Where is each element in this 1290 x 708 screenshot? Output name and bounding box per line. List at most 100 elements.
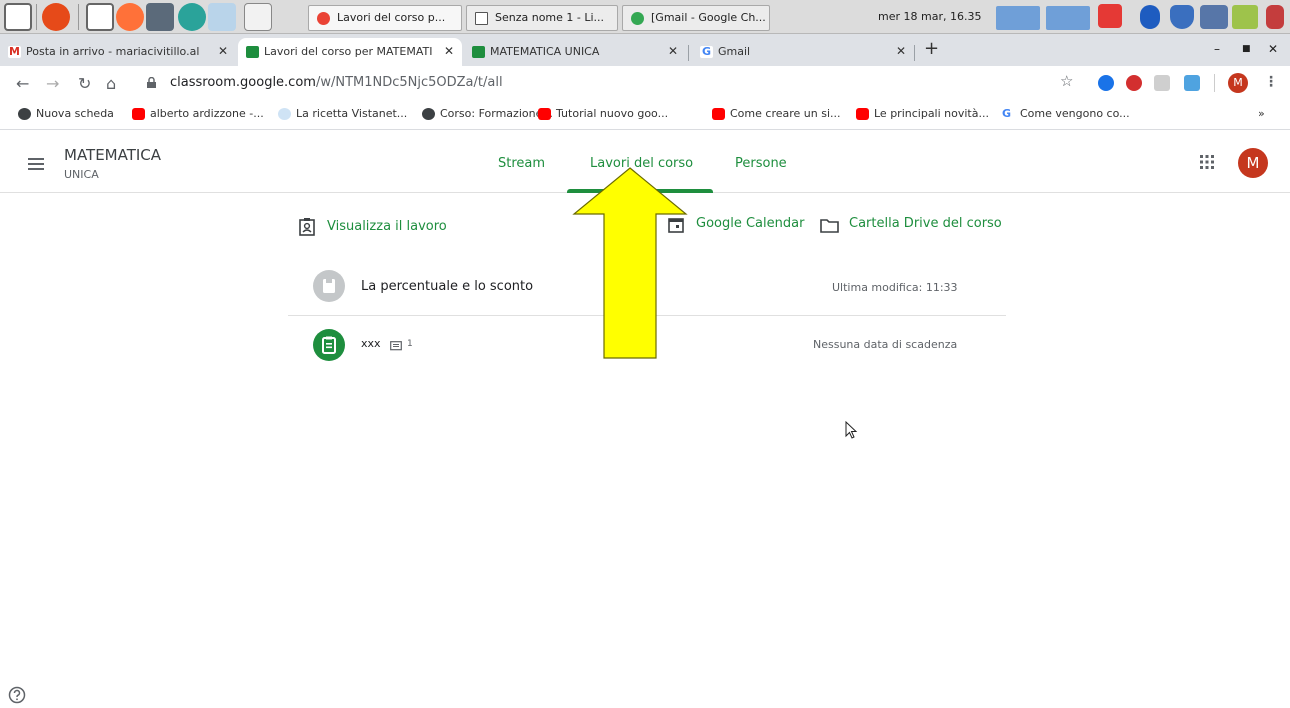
bookmark-item[interactable]: Tutorial nuovo goo... xyxy=(538,107,668,120)
bookmarks-overflow-icon[interactable]: » xyxy=(1246,107,1265,120)
view-work-link[interactable]: Visualizza il lavoro xyxy=(327,219,447,234)
tab-classwork[interactable]: Lavori del corso per MATEMATI ✕ xyxy=(238,38,462,66)
bookmark-star-icon[interactable]: ☆ xyxy=(1060,72,1073,90)
camera-app-icon[interactable] xyxy=(146,3,174,31)
window-close-icon[interactable]: ✕ xyxy=(1268,42,1278,56)
tab-matematica-unica[interactable]: MATEMATICA UNICA ✕ xyxy=(464,38,686,66)
taskbar-window-writer[interactable]: Senza nome 1 - Li... xyxy=(466,5,618,31)
item-meta: Nessuna data di scadenza xyxy=(813,338,958,351)
bookmark-item[interactable]: Nuova scheda xyxy=(18,107,114,120)
view-work-icon xyxy=(299,218,315,236)
hamburger-menu-icon[interactable] xyxy=(28,158,44,170)
close-icon[interactable]: ✕ xyxy=(215,44,228,58)
bookmark-label: Nuova scheda xyxy=(36,107,114,120)
taskbar-window-chrome-classroom[interactable]: Lavori del corso p... xyxy=(308,5,462,31)
tab-label: MATEMATICA UNICA xyxy=(490,45,600,58)
address-bar[interactable]: classroom.google.com/w/NTM1NDc5Njc5ODZa/… xyxy=(140,72,1090,96)
tab-separator xyxy=(914,45,915,61)
tab-separator xyxy=(688,45,689,61)
help-icon[interactable] xyxy=(8,686,26,704)
tab-gmail-inbox[interactable]: M Posta in arrivo - mariacivitillo.al ✕ xyxy=(0,38,236,66)
extension-icon[interactable] xyxy=(1154,75,1170,91)
bookmark-label: Corso: Formazione... xyxy=(440,107,553,120)
vistanet-icon xyxy=(278,108,291,120)
taskbar-window-gmail[interactable]: [Gmail - Google Ch... xyxy=(622,5,770,31)
close-icon[interactable]: ✕ xyxy=(668,44,678,58)
item-title: La percentuale e lo sconto xyxy=(361,279,534,294)
more-menu-icon[interactable]: ⋮ xyxy=(1264,74,1278,90)
file-manager-icon[interactable] xyxy=(208,3,236,31)
bookmark-label: Come creare un si... xyxy=(730,107,841,120)
forward-icon[interactable]: → xyxy=(46,74,59,93)
network-icon[interactable] xyxy=(1200,5,1228,29)
network-app-icon[interactable] xyxy=(178,3,206,31)
bookmark-item[interactable]: La ricetta Vistanet... xyxy=(278,107,407,120)
globe-icon xyxy=(18,108,31,120)
folder-icon xyxy=(820,218,839,233)
document-icon[interactable] xyxy=(86,3,114,31)
youtube-icon xyxy=(712,108,725,120)
course-title[interactable]: MATEMATICA xyxy=(64,146,161,164)
chrome-icon xyxy=(317,12,330,25)
opera-extension-icon[interactable] xyxy=(1126,75,1142,91)
bookmark-item[interactable]: Le principali novità... xyxy=(856,107,989,120)
home-icon[interactable]: ⌂ xyxy=(106,74,116,93)
shield-icon[interactable] xyxy=(1170,5,1194,29)
mouse-cursor-icon xyxy=(845,421,858,439)
tab-gmail[interactable]: G Gmail ✕ xyxy=(692,38,914,66)
bookmark-label: La ricetta Vistanet... xyxy=(296,107,408,120)
globe-icon xyxy=(422,108,435,120)
bookmark-label: Come vengono co... xyxy=(1020,107,1130,120)
item-title: xxx xyxy=(361,337,381,350)
bookmark-item[interactable]: Come creare un si... xyxy=(712,107,841,120)
google-calendar-link[interactable]: Google Calendar xyxy=(696,216,804,231)
taskbar-window-label: Senza nome 1 - Li... xyxy=(495,11,605,24)
youtube-icon xyxy=(538,108,551,120)
profile-avatar[interactable]: M xyxy=(1228,73,1248,93)
item-meta: Ultima modifica: 11:33 xyxy=(832,281,958,294)
new-tab-icon[interactable]: + xyxy=(924,38,939,59)
back-icon[interactable]: ← xyxy=(16,74,29,93)
browser-tab-strip: M Posta in arrivo - mariacivitillo.al ✕ … xyxy=(0,34,1290,66)
classroom-icon xyxy=(472,46,485,58)
desktop-pager-icon[interactable] xyxy=(996,6,1040,30)
close-icon[interactable]: ✕ xyxy=(896,44,906,58)
taskbar-window-label: Lavori del corso p... xyxy=(337,11,446,24)
chrome-icon xyxy=(631,12,644,25)
desktop-pager-icon[interactable] xyxy=(1046,6,1090,30)
tab-stream[interactable]: Stream xyxy=(498,156,545,171)
tab-people[interactable]: Persone xyxy=(735,156,787,171)
maximize-icon[interactable]: ■ xyxy=(1242,44,1251,54)
power-icon[interactable] xyxy=(1098,4,1122,28)
google-apps-icon[interactable] xyxy=(1198,153,1216,171)
user-avatar[interactable]: M xyxy=(1238,148,1268,178)
taskbar-window-label: [Gmail - Google Ch... xyxy=(651,11,766,24)
reload-icon[interactable]: ↻ xyxy=(78,74,91,93)
bookmark-item[interactable]: G Come vengono co... xyxy=(1002,107,1130,120)
comment-count: 1 xyxy=(407,339,413,349)
bookmark-item[interactable]: alberto ardizzone -... xyxy=(132,107,264,120)
tab-label: Lavori del corso per MATEMATI xyxy=(264,45,433,58)
minimize-icon[interactable]: – xyxy=(1214,42,1220,56)
tab-label: Gmail xyxy=(718,45,751,58)
annotation-arrow xyxy=(572,167,688,359)
youtube-icon xyxy=(132,108,145,120)
google-icon: G xyxy=(700,45,713,58)
google-icon: G xyxy=(1002,108,1015,120)
firefox-icon[interactable] xyxy=(116,3,144,31)
battery-icon[interactable] xyxy=(1266,5,1284,29)
taskbar-separator xyxy=(78,4,79,30)
screenshot-app-icon[interactable] xyxy=(244,3,272,31)
notes-app-icon[interactable] xyxy=(4,3,32,31)
url-path: /w/NTM1NDc5Njc5ODZa/t/all xyxy=(315,75,503,90)
bookmark-item[interactable]: Corso: Formazione... xyxy=(422,107,553,120)
close-icon[interactable]: ✕ xyxy=(441,44,454,58)
drive-folder-link[interactable]: Cartella Drive del corso xyxy=(849,216,1002,231)
colorful-app-icon[interactable] xyxy=(42,3,70,31)
pen-extension-icon[interactable] xyxy=(1184,75,1200,91)
bluetooth-icon[interactable] xyxy=(1140,5,1160,29)
draft-assignment-icon xyxy=(313,270,345,302)
volume-icon[interactable] xyxy=(1232,5,1258,29)
taskbar-clock[interactable]: mer 18 mar, 16.35 xyxy=(878,10,981,23)
extension-icon[interactable] xyxy=(1098,75,1114,91)
